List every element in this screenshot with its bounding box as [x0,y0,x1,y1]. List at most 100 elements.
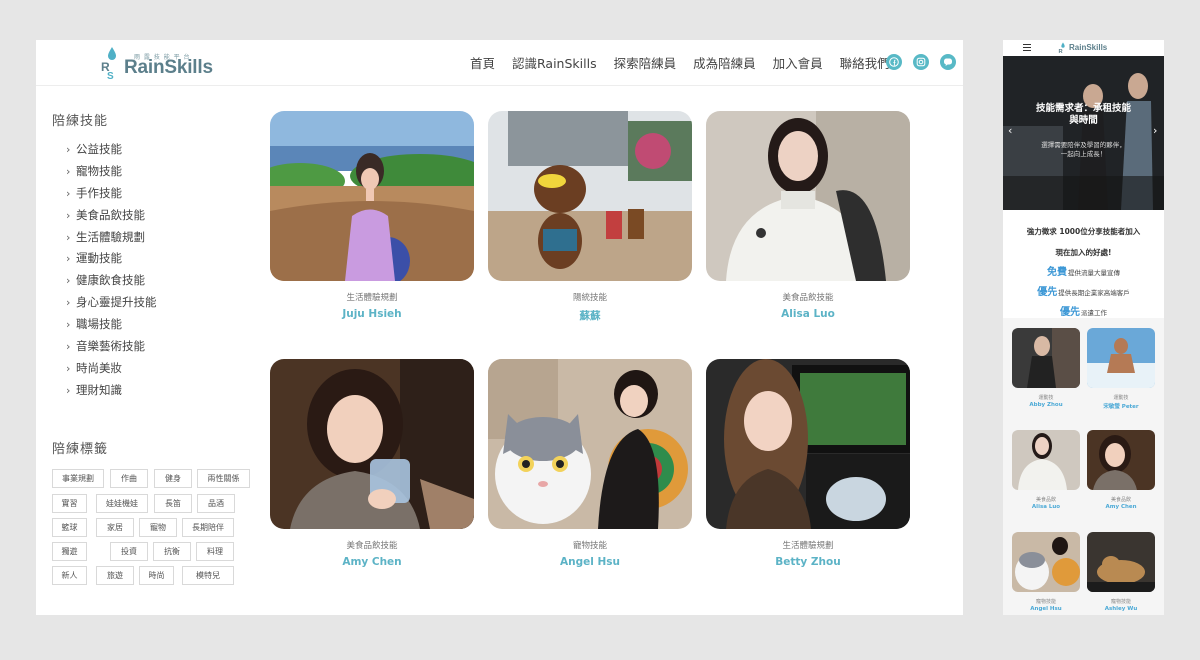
coach-name[interactable]: Amy Chen [1087,504,1155,510]
line-icon[interactable] [940,54,956,70]
nav-about[interactable]: 認識RainSkills [512,54,597,74]
coach-name[interactable]: Juju Hsieh [270,308,474,320]
tag[interactable]: 家居 [96,517,134,537]
coach-card[interactable]: 寵物技能 Angel Hsu [488,359,692,583]
mobile-page: R RainSkills 技能需求者：承租技能 與時間 選擇需要陪伴及學習的夥伴，… [1003,40,1164,615]
tag[interactable]: 實習 [52,493,87,513]
category-item[interactable]: › 身心靈提升技能 [66,292,252,314]
coach-category: 運動技 [1113,395,1129,401]
coach-card[interactable]: 生活體驗規劃 Betty Zhou [706,359,910,583]
chevron-right-icon: › [66,274,71,288]
tag[interactable]: 兩性關係 [197,468,250,488]
nav-join[interactable]: 加入會員 [773,54,823,74]
chevron-right-icon[interactable]: › [1153,124,1157,137]
category-item[interactable]: › 運動技能 [66,248,252,270]
promo-benefit: 優先提供長期企業家高端客戶 [1037,287,1130,298]
tag[interactable]: 籃球 [52,517,87,537]
chevron-left-icon[interactable]: ‹ [1008,124,1012,137]
tag[interactable]: 作曲 [110,468,148,488]
category-item[interactable]: › 理財知識 [66,380,252,402]
chevron-right-icon: › [66,252,71,266]
tag[interactable]: 事業規劃 [52,468,104,488]
tag[interactable]: 寵物 [139,517,177,537]
tag[interactable]: 長笛 [154,493,192,513]
site-header: R S 雨 露 技 能 平 台 RainSkills 首頁 認識RainSkill… [36,40,963,86]
category-item[interactable]: › 時尚美妝 [66,358,252,380]
category-item[interactable]: › 健康飲食技能 [66,270,252,292]
menu-icon[interactable] [1023,44,1031,51]
coach-category: 美食品飲技能 [346,541,398,551]
tag[interactable]: 娃娃機娃 [96,493,148,513]
category-item[interactable]: › 美食品飲技能 [66,205,252,227]
tag[interactable]: 長期陪伴 [182,517,234,537]
coach-photo[interactable] [1012,532,1080,592]
coach-name[interactable]: Amy Chen [270,556,474,568]
nav-home[interactable]: 首頁 [470,54,495,74]
coach-name[interactable]: 宋敏瑩 Peter [1087,402,1155,410]
chevron-right-icon: › [66,296,71,310]
nav-become-coach[interactable]: 成為陪練員 [693,54,756,74]
tag[interactable]: 旅遊 [96,565,134,585]
tag[interactable]: 抗衡 [153,541,191,561]
tag[interactable]: 獨遊 [52,541,87,561]
chevron-right-icon: › [66,143,71,156]
coach-name[interactable]: Betty Zhou [706,556,910,568]
mobile-coach-list: 運動技 Abby Zhou 運動技 宋敏瑩 Peter 美食品飲 Alisa L… [1003,318,1164,615]
coach-photo[interactable] [706,359,910,529]
coach-name[interactable]: Abby Zhou [1012,402,1080,408]
desktop-page: R S 雨 露 技 能 平 台 RainSkills 首頁 認識RainSkill… [36,40,963,615]
tag[interactable]: 料理 [196,541,234,561]
coach-photo[interactable] [706,111,910,281]
coach-photo[interactable] [488,111,692,281]
category-item[interactable]: › 寵物技能 [66,161,252,183]
facebook-icon[interactable] [886,54,902,70]
category-list: › 公益技能 › 寵物技能 › 手作技能 › 美食品飲技能 › 生活體驗規劃 › 運動技能 … [66,139,252,402]
coach-category: 生活體驗規劃 [782,541,834,551]
category-item[interactable]: › 音樂藝術技能 [66,336,252,358]
rainskills-logo-icon: R [1058,42,1065,55]
coach-photo[interactable] [1087,430,1155,490]
hero-subtitle: 選擇需要陪伴及學習的夥伴， 一起向上成長！ [1041,141,1126,158]
tag[interactable]: 健身 [154,468,192,488]
chevron-right-icon: › [66,340,71,354]
chevron-right-icon: › [66,164,71,178]
coach-card[interactable]: 生活體驗規劃 Juju Hsieh [270,111,474,335]
coach-card[interactable]: 陽統技能 蘇蘇 [488,111,692,335]
promo-benefit: 免費提供流量大量宣傳 [1047,267,1120,278]
tag[interactable]: 品酒 [197,493,235,513]
coach-name[interactable]: Ashley Wu [1087,606,1155,612]
coach-category: 運動技 [1038,395,1054,401]
instagram-icon[interactable] [913,54,929,70]
coach-category: 美食品飲技能 [782,293,834,303]
coach-photo[interactable] [1087,328,1155,388]
category-item[interactable]: › 公益技能 [66,139,252,161]
coach-photo[interactable] [270,359,474,529]
coach-photo[interactable] [1012,430,1080,490]
tag[interactable]: 模特兒 [182,565,234,585]
coach-name[interactable]: Angel Hsu [488,556,692,568]
nav-explore[interactable]: 探索陪練員 [614,54,677,74]
tag[interactable]: 投資 [110,541,148,561]
category-item[interactable]: › 職場技能 [66,314,252,336]
category-item[interactable]: › 手作技能 [66,183,252,205]
chevron-right-icon: › [66,186,71,200]
coach-photo[interactable] [270,111,474,281]
coach-category: 寵物技能 [1110,599,1131,605]
promo-section: 強力徵求 1000位分享技能者加入 現在加入的好處! 免費提供流量大量宣傳 優先… [1003,210,1164,318]
coach-photo[interactable] [1087,532,1155,592]
coach-name[interactable]: Angel Hsu [1012,606,1080,612]
coach-name[interactable]: Alisa Luo [706,308,910,320]
chevron-right-icon: › [66,230,71,244]
tag[interactable]: 時尚 [139,565,174,585]
coach-category: 陽統技能 [572,293,607,303]
category-item[interactable]: › 生活體驗規劃 [66,227,252,249]
coach-photo[interactable] [1012,328,1080,388]
coach-photo[interactable] [488,359,692,529]
coach-card[interactable]: 美食品飲技能 Alisa Luo [706,111,910,335]
tag[interactable]: 新人 [52,565,87,585]
coach-card[interactable]: 美食品飲技能 Amy Chen [270,359,474,583]
coach-name[interactable]: 蘇蘇 [488,308,692,323]
coach-name[interactable]: Alisa Luo [1012,504,1080,510]
nav-contact[interactable]: 聯絡我們 [840,54,890,74]
mobile-brand-logo[interactable]: R RainSkills [1058,41,1107,55]
